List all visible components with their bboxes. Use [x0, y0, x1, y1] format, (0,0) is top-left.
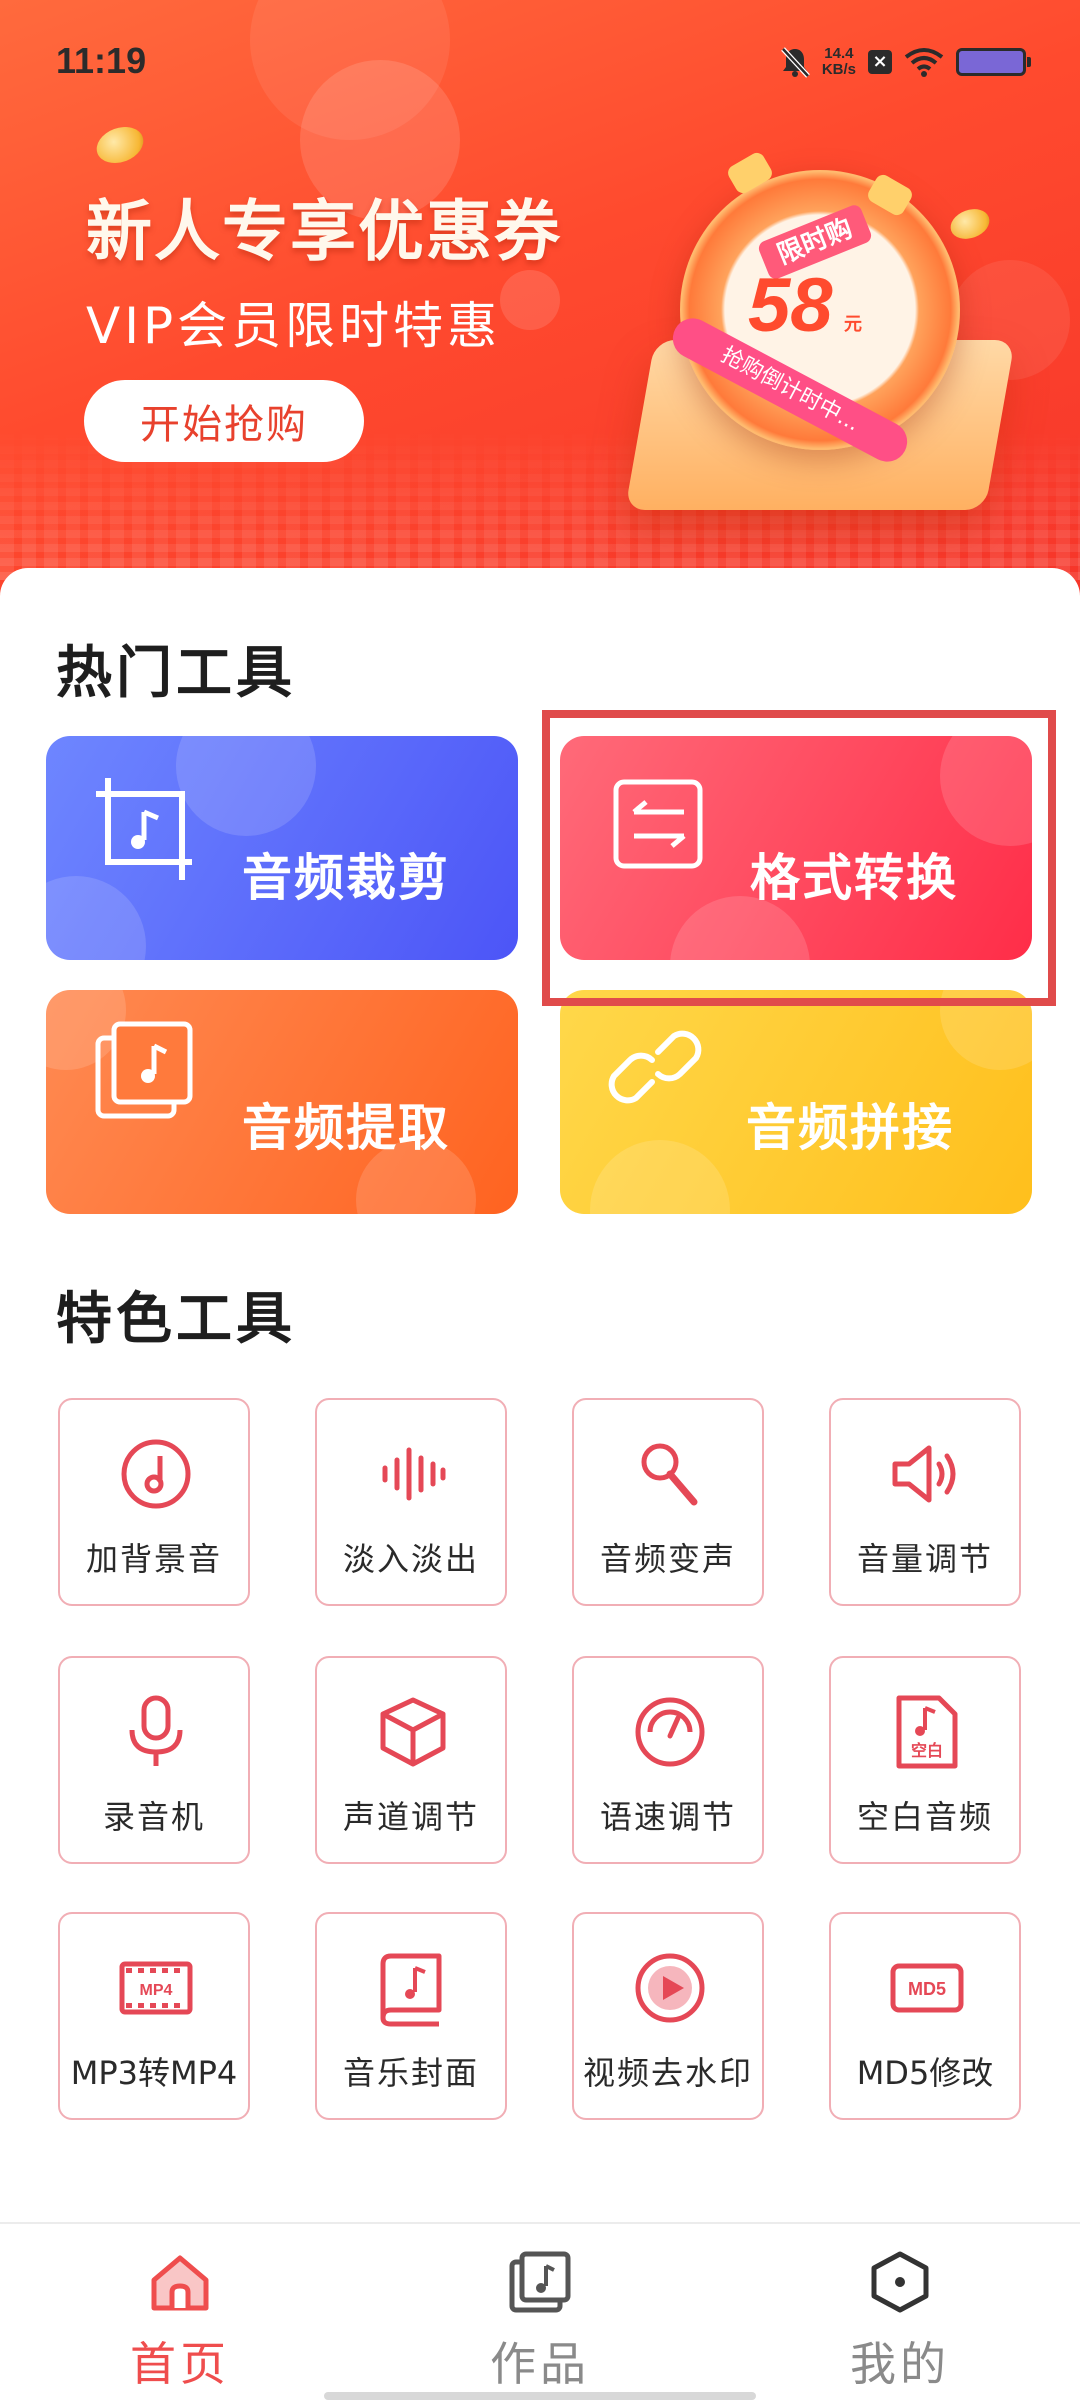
works-music-icon — [509, 2251, 571, 2313]
tool-label: 淡入淡出 — [342, 1540, 479, 1578]
tool-label: MD5修改 — [856, 2054, 994, 2092]
battery-icon — [956, 48, 1031, 76]
home-icon — [151, 2255, 209, 2311]
net-speed: 14.4 KB/s — [822, 46, 856, 78]
tool-label: 语速调节 — [599, 1798, 736, 1836]
tool-md5-modify[interactable]: MD5 MD5修改 — [829, 1912, 1021, 2120]
tool-label: 视频去水印 — [582, 2054, 753, 2092]
audio-cut-card[interactable]: 音频裁剪 — [46, 736, 518, 960]
bottom-nav: 首页 作品 我的 — [0, 2222, 1080, 2408]
cube-icon — [380, 1697, 446, 1767]
waveform-icon — [382, 1447, 446, 1501]
promo-banner[interactable]: 新人专享优惠券 VIP会员限时特惠 开始抢购 限时购 58 元 抢购倒计时中..… — [0, 0, 1080, 600]
close-box-icon: × — [868, 50, 892, 74]
promo-graphic: 限时购 58 元 抢购倒计时中... — [620, 140, 1040, 540]
tool-music-cover[interactable]: 音乐封面 — [315, 1912, 507, 2120]
tool-label: MP3转MP4 — [70, 2054, 238, 2092]
selection-highlight — [542, 710, 1056, 1006]
tool-label: 加背景音 — [85, 1540, 222, 1578]
play-circle-icon — [635, 1953, 705, 2023]
promo-price: 58 — [748, 263, 833, 348]
md5-box-icon: MD5 — [890, 1963, 964, 2013]
mute-bell-icon — [780, 47, 810, 78]
tool-label: 音乐封面 — [342, 2054, 479, 2092]
status-bar: 11:19 14.4 KB/s × — [0, 0, 1080, 120]
audio-join-label: 音频拼接 — [746, 1099, 954, 1157]
tool-label: 音量调节 — [856, 1540, 993, 1578]
start-purchase-button[interactable]: 开始抢购 — [84, 380, 364, 462]
tool-voice-change[interactable]: 音频变声 — [572, 1398, 764, 1606]
tool-label: 空白音频 — [856, 1798, 993, 1836]
banner-subtitle: VIP会员限时特惠 — [86, 297, 502, 355]
coin-decoration — [91, 120, 149, 170]
tool-blank-audio[interactable]: 空白 空白音频 — [829, 1656, 1021, 1864]
svg-text:MD5: MD5 — [908, 1979, 946, 1999]
wifi-icon — [904, 48, 944, 77]
mp4-film-icon: MP4 — [119, 1961, 193, 2015]
audio-extract-label: 音频提取 — [242, 1099, 450, 1157]
nav-home-label: 首页 — [130, 2337, 230, 2391]
feature-tools-title: 特色工具 — [56, 1287, 296, 1352]
audio-extract-card[interactable]: 音频提取 — [46, 990, 518, 1214]
tool-label: 音频变声 — [599, 1540, 736, 1578]
music-book-icon — [380, 1953, 442, 2027]
tool-recorder[interactable]: 录音机 — [58, 1656, 250, 1864]
hot-tools-title: 热门工具 — [56, 641, 296, 706]
status-icons: 14.4 KB/s × — [780, 42, 1031, 82]
speedometer-icon — [635, 1697, 705, 1767]
microphone-karaoke-icon — [641, 1443, 698, 1506]
tool-channel[interactable]: 声道调节 — [315, 1656, 507, 1864]
audio-join-card[interactable]: 音频拼接 — [560, 990, 1032, 1214]
profile-hexagon-icon — [871, 2251, 929, 2313]
microphone-icon — [129, 1695, 183, 1766]
blank-audio-file-icon: 空白 — [896, 1695, 958, 1769]
net-speed-unit: KB/s — [821, 61, 856, 78]
music-disc-icon — [121, 1439, 191, 1509]
audio-cut-label: 音频裁剪 — [242, 849, 450, 907]
banner-title: 新人专享优惠券 — [86, 193, 562, 270]
tool-fade[interactable]: 淡入淡出 — [315, 1398, 507, 1606]
nav-mine-label: 我的 — [850, 2337, 950, 2391]
nav-works[interactable]: 作品 — [440, 2250, 640, 2394]
crop-music-icon — [96, 778, 192, 880]
tool-add-bgm[interactable]: 加背景音 — [58, 1398, 250, 1606]
status-time: 11:19 — [56, 40, 147, 81]
tool-volume[interactable]: 音量调节 — [829, 1398, 1021, 1606]
home-indicator — [324, 2392, 756, 2400]
nav-mine[interactable]: 我的 — [800, 2250, 1000, 2394]
speaker-volume-icon — [892, 1445, 956, 1503]
nav-works-label: 作品 — [490, 2337, 590, 2391]
tool-label: 录音机 — [102, 1798, 205, 1836]
tool-speed[interactable]: 语速调节 — [572, 1656, 764, 1864]
nav-home[interactable]: 首页 — [80, 2250, 280, 2394]
promo-unit: 元 — [844, 314, 862, 335]
link-chain-icon — [608, 1030, 702, 1104]
tool-label: 声道调节 — [342, 1798, 479, 1836]
svg-text:MP4: MP4 — [140, 1982, 173, 1999]
tool-mp3-to-mp4[interactable]: MP4 MP3转MP4 — [58, 1912, 250, 2120]
net-speed-value: 14.4 — [824, 45, 854, 62]
svg-text:空白: 空白 — [911, 1741, 943, 1760]
tool-remove-watermark[interactable]: 视频去水印 — [572, 1912, 764, 2120]
extract-music-icon — [95, 1021, 193, 1119]
